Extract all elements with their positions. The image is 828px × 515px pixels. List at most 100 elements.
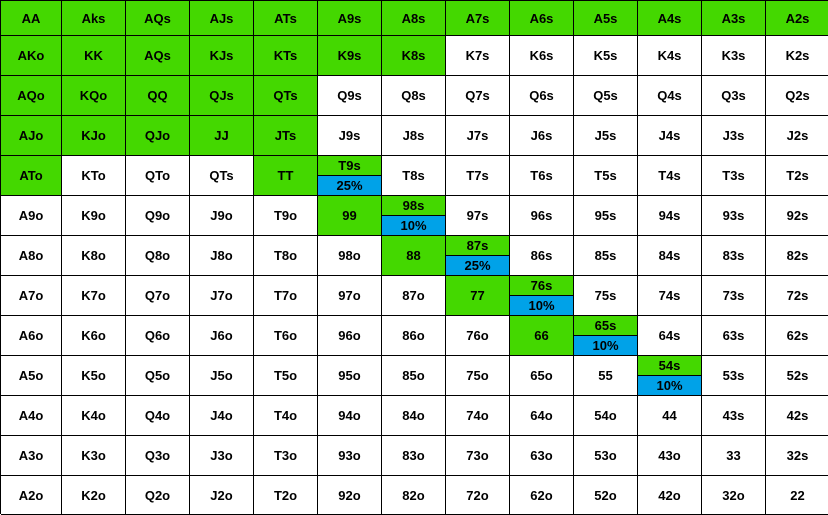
hand-cell-ajs[interactable]: AJs bbox=[190, 1, 254, 36]
hand-cell-92s[interactable]: 92s bbox=[766, 196, 828, 236]
hand-cell-63s[interactable]: 63s bbox=[702, 316, 766, 356]
hand-cell-t7o[interactable]: T7o bbox=[254, 276, 318, 316]
hand-cell-k8s[interactable]: K8s bbox=[382, 36, 446, 76]
hand-cell-t2s[interactable]: T2s bbox=[766, 156, 828, 196]
hand-cell-93s[interactable]: 93s bbox=[702, 196, 766, 236]
hand-cell-96s[interactable]: 96s bbox=[510, 196, 574, 236]
hand-cell-k5s[interactable]: K5s bbox=[574, 36, 638, 76]
hand-cell-k3s[interactable]: K3s bbox=[702, 36, 766, 76]
hand-cell-q7s[interactable]: Q7s bbox=[446, 76, 510, 116]
hand-cell-kjo[interactable]: KJo bbox=[62, 116, 126, 156]
hand-cell-a8o[interactable]: A8o bbox=[1, 236, 62, 276]
hand-cell-t9o[interactable]: T9o bbox=[254, 196, 318, 236]
hand-cell-qjs[interactable]: QJs bbox=[190, 76, 254, 116]
hand-cell-q2s[interactable]: Q2s bbox=[766, 76, 828, 116]
hand-cell-j3o[interactable]: J3o bbox=[190, 436, 254, 476]
hand-cell-a7s[interactable]: A7s bbox=[446, 1, 510, 36]
hand-cell-jj[interactable]: JJ bbox=[190, 116, 254, 156]
hand-cell-42o[interactable]: 42o bbox=[638, 476, 702, 515]
hand-cell-k9s[interactable]: K9s bbox=[318, 36, 382, 76]
hand-cell-a6s[interactable]: A6s bbox=[510, 1, 574, 36]
hand-cell-aqo[interactable]: AQo bbox=[1, 76, 62, 116]
hand-cell-53o[interactable]: 53o bbox=[574, 436, 638, 476]
hand-cell-92o[interactable]: 92o bbox=[318, 476, 382, 515]
hand-cell-aqs[interactable]: AQs bbox=[126, 1, 190, 36]
hand-cell-q9o[interactable]: Q9o bbox=[126, 196, 190, 236]
hand-cell-t4o[interactable]: T4o bbox=[254, 396, 318, 436]
hand-cell-q8s[interactable]: Q8s bbox=[382, 76, 446, 116]
hand-cell-j5s[interactable]: J5s bbox=[574, 116, 638, 156]
hand-cell-86o[interactable]: 86o bbox=[382, 316, 446, 356]
hand-cell-63o[interactable]: 63o bbox=[510, 436, 574, 476]
hand-cell-j7s[interactable]: J7s bbox=[446, 116, 510, 156]
hand-cell-43o[interactable]: 43o bbox=[638, 436, 702, 476]
hand-cell-65s[interactable]: 65s 10% bbox=[574, 316, 638, 356]
hand-cell-q2o[interactable]: Q2o bbox=[126, 476, 190, 515]
hand-cell-ako[interactable]: AKo bbox=[1, 36, 62, 76]
hand-cell-22[interactable]: 22 bbox=[766, 476, 828, 515]
hand-cell-j2o[interactable]: J2o bbox=[190, 476, 254, 515]
hand-cell-k6o[interactable]: K6o bbox=[62, 316, 126, 356]
hand-cell-j3s[interactable]: J3s bbox=[702, 116, 766, 156]
hand-cell-97s[interactable]: 97s bbox=[446, 196, 510, 236]
hand-cell-j6o[interactable]: J6o bbox=[190, 316, 254, 356]
hand-cell-j8s[interactable]: J8s bbox=[382, 116, 446, 156]
hand-cell-ajo[interactable]: AJo bbox=[1, 116, 62, 156]
hand-cell-k7s[interactable]: K7s bbox=[446, 36, 510, 76]
hand-cell-q6o[interactable]: Q6o bbox=[126, 316, 190, 356]
hand-cell-t2o[interactable]: T2o bbox=[254, 476, 318, 515]
hand-cell-t5o[interactable]: T5o bbox=[254, 356, 318, 396]
hand-cell-k2o[interactable]: K2o bbox=[62, 476, 126, 515]
hand-cell-83s[interactable]: 83s bbox=[702, 236, 766, 276]
hand-cell-75s[interactable]: 75s bbox=[574, 276, 638, 316]
hand-cell-a6o[interactable]: A6o bbox=[1, 316, 62, 356]
hand-cell-j4o[interactable]: J4o bbox=[190, 396, 254, 436]
hand-cell-72o[interactable]: 72o bbox=[446, 476, 510, 515]
hand-cell-93o[interactable]: 93o bbox=[318, 436, 382, 476]
hand-cell-98o[interactable]: 98o bbox=[318, 236, 382, 276]
hand-cell-82o[interactable]: 82o bbox=[382, 476, 446, 515]
hand-cell-j9s[interactable]: J9s bbox=[318, 116, 382, 156]
hand-cell-aks[interactable]: Aks bbox=[62, 1, 126, 36]
hand-cell-q5s[interactable]: Q5s bbox=[574, 76, 638, 116]
hand-cell-74s[interactable]: 74s bbox=[638, 276, 702, 316]
hand-cell-84o[interactable]: 84o bbox=[382, 396, 446, 436]
hand-cell-a9o[interactable]: A9o bbox=[1, 196, 62, 236]
hand-cell-77[interactable]: 77 bbox=[446, 276, 510, 316]
hand-cell-85o[interactable]: 85o bbox=[382, 356, 446, 396]
hand-cell-64o[interactable]: 64o bbox=[510, 396, 574, 436]
hand-cell-q5o[interactable]: Q5o bbox=[126, 356, 190, 396]
hand-cell-99[interactable]: 99 bbox=[318, 196, 382, 236]
hand-cell-k5o[interactable]: K5o bbox=[62, 356, 126, 396]
hand-cell-j5o[interactable]: J5o bbox=[190, 356, 254, 396]
hand-cell-95s[interactable]: 95s bbox=[574, 196, 638, 236]
hand-cell-k3o[interactable]: K3o bbox=[62, 436, 126, 476]
hand-cell-83o[interactable]: 83o bbox=[382, 436, 446, 476]
hand-cell-a5s[interactable]: A5s bbox=[574, 1, 638, 36]
hand-cell-85s[interactable]: 85s bbox=[574, 236, 638, 276]
hand-cell-72s[interactable]: 72s bbox=[766, 276, 828, 316]
hand-cell-q4s[interactable]: Q4s bbox=[638, 76, 702, 116]
hand-cell-j9o[interactable]: J9o bbox=[190, 196, 254, 236]
hand-cell-aqs[interactable]: AQs bbox=[126, 36, 190, 76]
hand-cell-qts[interactable]: QTs bbox=[254, 76, 318, 116]
hand-cell-t3o[interactable]: T3o bbox=[254, 436, 318, 476]
hand-cell-k2s[interactable]: K2s bbox=[766, 36, 828, 76]
hand-cell-a3s[interactable]: A3s bbox=[702, 1, 766, 36]
hand-cell-54s[interactable]: 54s 10% bbox=[638, 356, 702, 396]
hand-cell-76o[interactable]: 76o bbox=[446, 316, 510, 356]
hand-cell-t6o[interactable]: T6o bbox=[254, 316, 318, 356]
hand-cell-52s[interactable]: 52s bbox=[766, 356, 828, 396]
hand-cell-62o[interactable]: 62o bbox=[510, 476, 574, 515]
hand-cell-a8s[interactable]: A8s bbox=[382, 1, 446, 36]
hand-cell-t9s[interactable]: T9s 25% bbox=[318, 156, 382, 196]
hand-cell-94o[interactable]: 94o bbox=[318, 396, 382, 436]
hand-cell-a9s[interactable]: A9s bbox=[318, 1, 382, 36]
hand-cell-j2s[interactable]: J2s bbox=[766, 116, 828, 156]
hand-cell-87o[interactable]: 87o bbox=[382, 276, 446, 316]
hand-cell-t5s[interactable]: T5s bbox=[574, 156, 638, 196]
hand-cell-t8s[interactable]: T8s bbox=[382, 156, 446, 196]
hand-cell-95o[interactable]: 95o bbox=[318, 356, 382, 396]
hand-cell-ato[interactable]: ATo bbox=[1, 156, 62, 196]
hand-cell-44[interactable]: 44 bbox=[638, 396, 702, 436]
